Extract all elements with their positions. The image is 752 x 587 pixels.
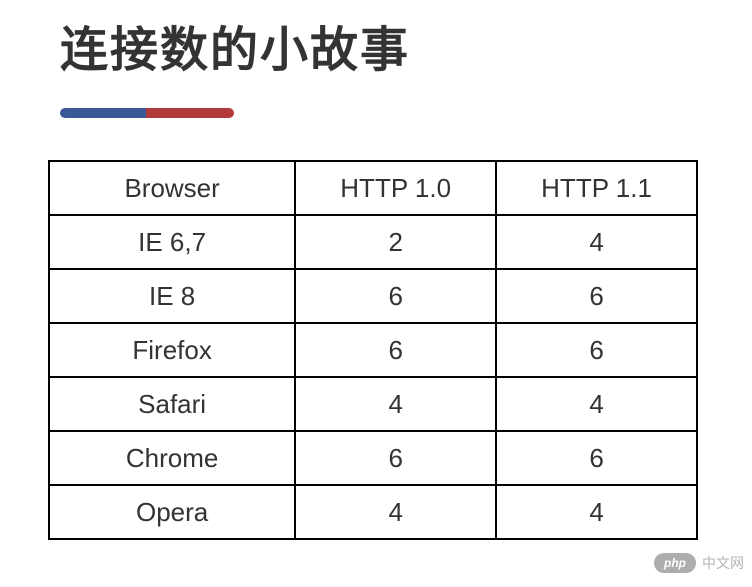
cell-browser: Firefox <box>49 323 295 377</box>
page-title: 连接数的小故事 <box>0 0 752 80</box>
table-row: IE 8 6 6 <box>49 269 697 323</box>
cell-http10: 4 <box>295 377 496 431</box>
table-row: Chrome 6 6 <box>49 431 697 485</box>
table-row: IE 6,7 2 4 <box>49 215 697 269</box>
watermark-text: 中文网 <box>702 553 744 573</box>
cell-browser: Opera <box>49 485 295 539</box>
cell-http10: 6 <box>295 323 496 377</box>
cell-http10: 6 <box>295 431 496 485</box>
col-header-http11: HTTP 1.1 <box>496 161 697 215</box>
cell-browser: IE 8 <box>49 269 295 323</box>
connections-table-wrap: Browser HTTP 1.0 HTTP 1.1 IE 6,7 2 4 IE … <box>48 160 752 540</box>
col-header-http10: HTTP 1.0 <box>295 161 496 215</box>
connections-table: Browser HTTP 1.0 HTTP 1.1 IE 6,7 2 4 IE … <box>48 160 698 540</box>
cell-http10: 4 <box>295 485 496 539</box>
cell-http11: 4 <box>496 215 697 269</box>
table-row: Firefox 6 6 <box>49 323 697 377</box>
cell-http11: 4 <box>496 485 697 539</box>
table-row: Safari 4 4 <box>49 377 697 431</box>
table-header-row: Browser HTTP 1.0 HTTP 1.1 <box>49 161 697 215</box>
cell-browser: Safari <box>49 377 295 431</box>
cell-browser: IE 6,7 <box>49 215 295 269</box>
cell-http10: 2 <box>295 215 496 269</box>
divider-blue <box>60 108 148 118</box>
cell-browser: Chrome <box>49 431 295 485</box>
col-header-browser: Browser <box>49 161 295 215</box>
title-divider <box>60 108 752 118</box>
watermark: php 中文网 <box>654 553 744 573</box>
cell-http10: 6 <box>295 269 496 323</box>
cell-http11: 6 <box>496 269 697 323</box>
divider-red <box>146 108 234 118</box>
table-row: Opera 4 4 <box>49 485 697 539</box>
cell-http11: 6 <box>496 323 697 377</box>
watermark-badge: php <box>654 553 696 573</box>
cell-http11: 4 <box>496 377 697 431</box>
cell-http11: 6 <box>496 431 697 485</box>
